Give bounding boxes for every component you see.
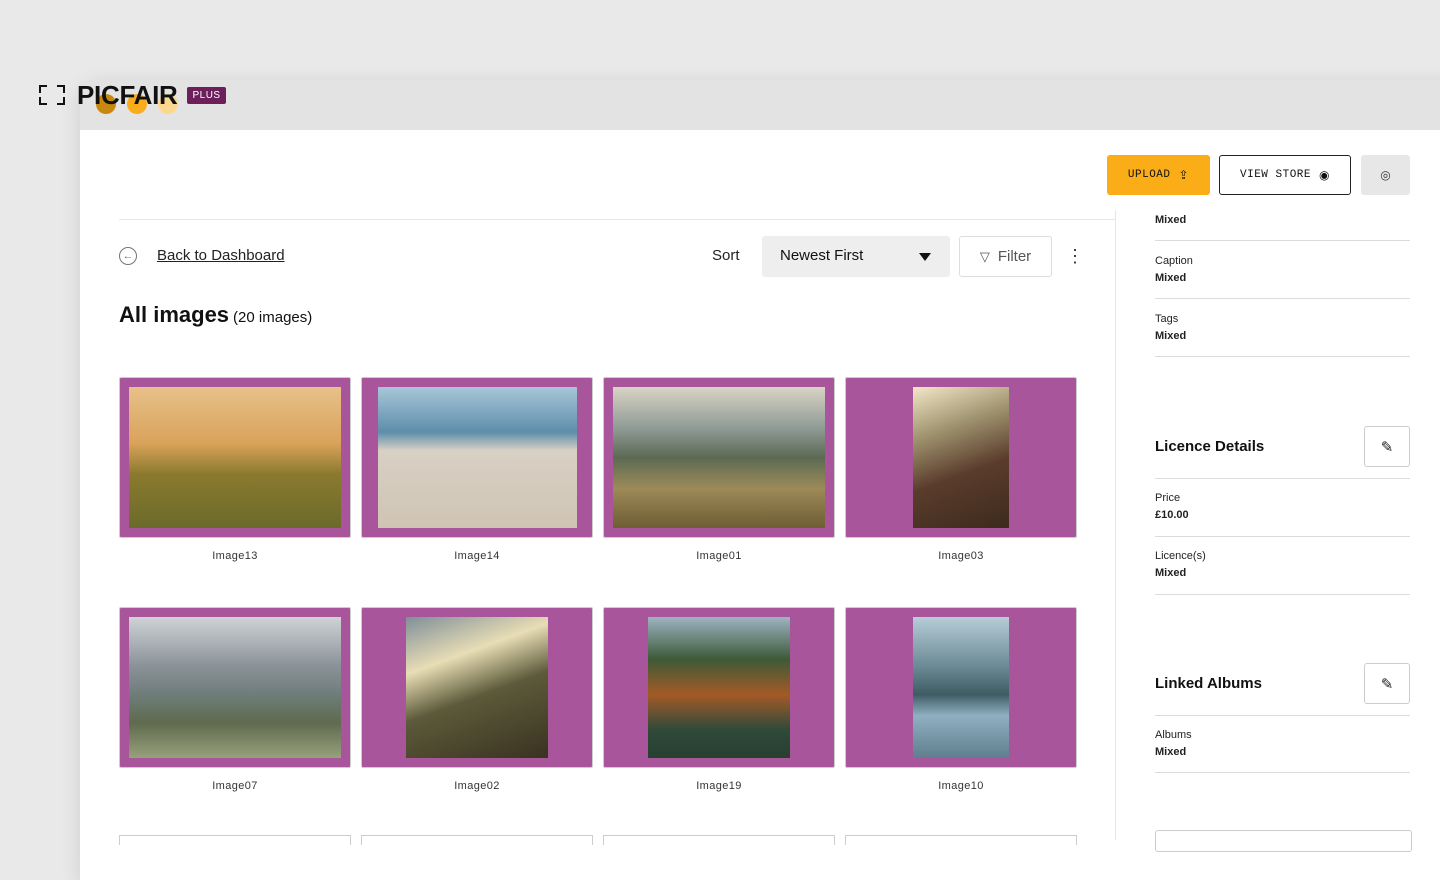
sidebar-partial-panel [1155,830,1412,852]
price-label: Price [1155,492,1181,504]
image-thumbnail [406,617,548,758]
frame-logo-icon [39,85,65,105]
image-name: Image07 [212,780,258,792]
eye-icon: ◉ [1319,168,1330,183]
filter-label: Filter [997,248,1032,265]
image-name: Image10 [938,780,984,792]
image-name: Image13 [212,550,258,562]
image-thumbnail [378,387,577,528]
price-value: £10.00 [1155,509,1189,521]
account-button[interactable]: ◎ [1361,155,1410,195]
more-options-icon[interactable]: ⋮ [1066,241,1084,271]
caret-down-icon [919,253,931,261]
view-store-label: VIEW STORE [1240,169,1312,181]
pencil-icon: ✎ [1380,438,1394,456]
image-count: (20 images) [233,309,313,326]
albums-label: Albums [1155,729,1192,741]
image-tile-partial[interactable] [603,835,835,845]
upload-label: UPLOAD [1127,169,1171,181]
albums-value: Mixed [1155,746,1187,758]
image-tile[interactable] [845,377,1077,538]
edit-albums-button[interactable]: ✎ [1364,663,1410,704]
image-tile-partial[interactable] [119,835,351,845]
sidebar-divider-line [1155,356,1410,357]
image-thumbnail [129,617,341,758]
logo-text: PICFAIR [77,79,178,110]
image-tile[interactable] [603,607,835,768]
sidebar-divider-line [1155,536,1410,537]
linked-albums-heading: Linked Albums [1155,675,1262,692]
licences-value: Mixed [1155,567,1187,579]
filter-button[interactable]: ▽ Filter [959,236,1052,277]
caption-label: Caption [1155,255,1193,267]
licences-label: Licence(s) [1155,550,1206,562]
page-title-text: All images [119,302,230,327]
caption-value: Mixed [1155,272,1187,284]
header-divider [119,219,1115,220]
back-to-dashboard-link[interactable]: Back to Dashboard [157,247,285,264]
licence-details-heading: Licence Details [1155,438,1265,455]
sort-select[interactable]: Newest First [762,236,950,277]
user-icon: ◎ [1380,168,1391,182]
picfair-logo[interactable]: PICFAIR PLUS [39,80,226,110]
tags-label: Tags [1155,313,1179,325]
image-tile[interactable] [119,377,351,538]
page-title: All images (20 images) [119,302,312,328]
tags-value: Mixed [1155,330,1187,342]
back-arrow-icon[interactable]: ← [119,247,137,265]
sidebar-divider-line [1155,240,1410,241]
image-name: Image01 [696,550,742,562]
sort-label: Sort [712,247,740,264]
image-thumbnail [913,617,1009,758]
sidebar-divider-line [1155,298,1410,299]
image-name: Image14 [454,550,500,562]
pencil-icon: ✎ [1380,675,1394,693]
plus-badge: PLUS [187,86,226,104]
image-tile[interactable] [845,607,1077,768]
edit-licence-button[interactable]: ✎ [1364,426,1410,467]
view-store-button[interactable]: VIEW STORE ◉ [1219,155,1351,195]
image-tile[interactable] [119,607,351,768]
sidebar-divider-line [1155,772,1410,773]
image-thumbnail [129,387,341,528]
image-tile[interactable] [603,377,835,538]
image-tile[interactable] [361,607,593,768]
image-thumbnail [913,387,1009,528]
image-name: Image19 [696,780,742,792]
filter-icon: ▽ [979,248,990,264]
sort-value: Newest First [780,247,864,264]
sidebar-divider-line [1155,715,1410,716]
image-name: Image02 [454,780,500,792]
image-tile[interactable] [361,377,593,538]
upload-icon: ⇪ [1178,168,1190,183]
image-thumbnail [648,617,790,758]
image-tile-partial[interactable] [845,835,1077,845]
image-tile-partial[interactable] [361,835,593,845]
sidebar-divider [1115,210,1116,840]
title-bar [80,80,1440,130]
sidebar-divider-line [1155,478,1410,479]
partial-field-value: Mixed [1155,214,1187,226]
image-name: Image03 [938,550,984,562]
upload-button[interactable]: UPLOAD ⇪ [1107,155,1210,195]
image-thumbnail [613,387,825,528]
sidebar-divider-line [1155,594,1410,595]
